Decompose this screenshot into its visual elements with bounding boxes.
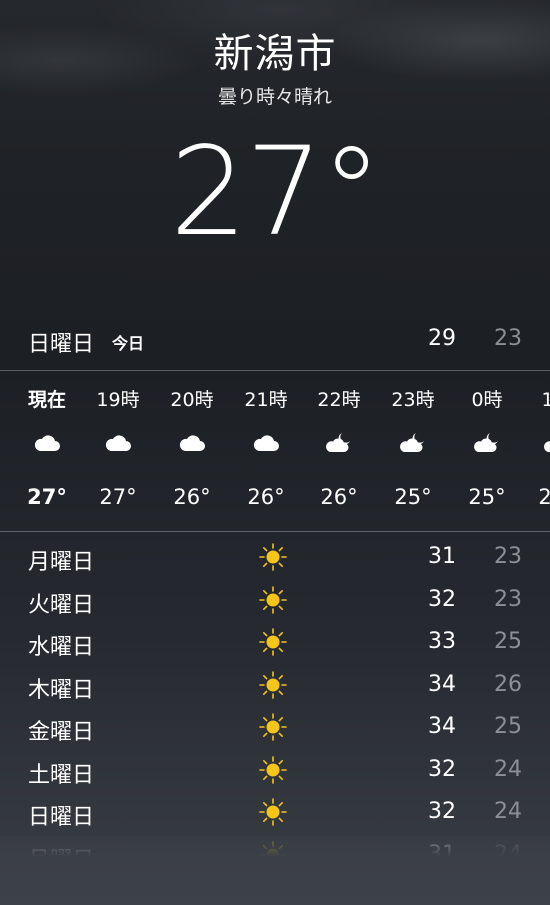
hour-time: 0時	[471, 389, 503, 411]
today-label: 今日	[112, 334, 145, 353]
current-temperature: 27°	[169, 121, 382, 263]
day-high: 31	[428, 544, 456, 569]
cloud-moon-icon	[472, 431, 502, 455]
day-name: 金曜日	[28, 720, 95, 745]
sun-icon	[258, 755, 288, 785]
daily-row: 火曜日 32 23	[0, 579, 550, 621]
daily-row: 日曜日 32 24	[0, 791, 550, 833]
hourly-item: 20時 26°	[155, 371, 229, 531]
hourly-item: 1時 25°	[520, 371, 550, 531]
cloud-icon	[32, 431, 62, 455]
cloud-icon	[251, 431, 281, 455]
hour-temp: 25°	[468, 485, 506, 509]
hour-temp: 26°	[320, 485, 358, 509]
hourly-item: 19時 27°	[81, 371, 155, 531]
hour-time: 22時	[317, 389, 361, 411]
daily-row: 金曜日 34 25	[0, 706, 550, 748]
day-high: 34	[428, 671, 456, 697]
cloud-moon-icon	[324, 431, 354, 455]
hour-temp: 26°	[173, 485, 211, 509]
day-name: 日曜日	[28, 805, 95, 830]
today-high: 29	[428, 326, 456, 351]
daily-row: 月曜日 31 23	[0, 536, 550, 578]
cloud-icon	[177, 431, 207, 455]
day-low: 24	[494, 756, 522, 782]
bottom-fade	[0, 836, 550, 905]
hourly-item: 22時 26°	[302, 371, 376, 531]
day-low: 23	[494, 586, 522, 612]
hour-temp: 26°	[247, 485, 285, 509]
city-name: 新潟市	[213, 31, 337, 77]
today-day: 日曜日	[28, 332, 95, 357]
day-name: 木曜日	[28, 677, 95, 703]
day-name: 火曜日	[28, 592, 95, 618]
cloud-icon	[103, 431, 133, 455]
hour-temp: 27°	[27, 485, 67, 509]
sun-icon	[258, 670, 288, 700]
day-name: 月曜日	[28, 550, 95, 575]
hour-time: 現在	[27, 389, 66, 411]
hour-time: 23時	[391, 389, 435, 411]
day-high: 32	[428, 799, 456, 824]
hour-temp: 25°	[520, 485, 550, 509]
hour-time: 1時	[520, 385, 550, 412]
day-high: 34	[428, 714, 456, 739]
hourly-item: 23時 25°	[376, 371, 450, 531]
sun-icon	[258, 712, 288, 742]
hour-time: 19時	[96, 389, 140, 411]
day-low: 26	[494, 671, 522, 697]
sun-icon	[258, 585, 288, 615]
sun-icon	[258, 797, 288, 827]
sun-icon	[258, 542, 288, 572]
daily-row: 水曜日 33 25	[0, 621, 550, 663]
today-low: 23	[494, 326, 522, 351]
cloud-moon-icon	[398, 431, 428, 455]
hour-time: 20時	[170, 389, 214, 411]
day-high: 32	[428, 586, 456, 612]
day-high: 32	[428, 756, 456, 782]
weather-condition: 曇り時々晴れ	[217, 86, 332, 108]
cloud-moon-icon	[542, 431, 550, 455]
today-summary: 日曜日 今日 29 23	[0, 318, 550, 358]
day-low: 24	[494, 799, 522, 824]
day-low: 25	[494, 714, 522, 739]
hour-time: 21時	[244, 389, 288, 411]
hourly-item: 現在 27°	[10, 371, 84, 531]
hour-temp: 25°	[394, 485, 432, 509]
day-name: 水曜日	[28, 635, 95, 660]
hour-temp: 27°	[99, 485, 137, 509]
daily-row: 木曜日 34 26	[0, 664, 550, 706]
day-low: 23	[494, 544, 522, 569]
hourly-item: 21時 26°	[229, 371, 303, 531]
hourly-forecast[interactable]: 現在 27° 19時 27° 20時 26° 21時 26° 22時 26° 23時 25° 0時 25°…	[0, 370, 550, 532]
location-header: 新潟市 曇り時々晴れ	[0, 28, 550, 109]
hourly-item: 0時 25°	[450, 371, 524, 531]
day-high: 33	[428, 629, 456, 654]
sun-icon	[258, 627, 288, 657]
day-low: 25	[494, 629, 522, 654]
daily-row: 土曜日 32 24	[0, 749, 550, 791]
day-name: 土曜日	[28, 762, 95, 788]
